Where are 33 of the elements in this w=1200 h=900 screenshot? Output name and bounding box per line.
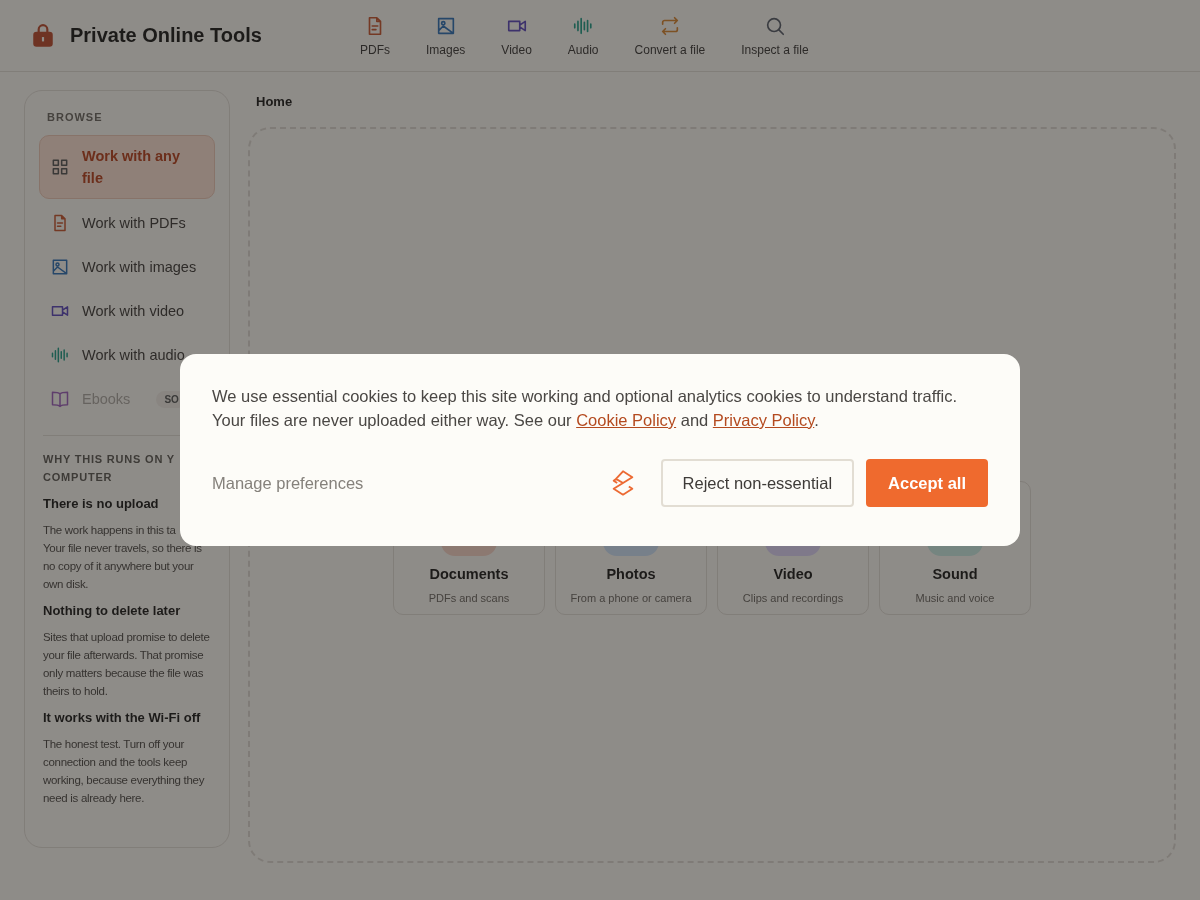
nav-link[interactable]: Inspect a file <box>741 14 809 57</box>
policy-link[interactable]: Privacy Policy <box>712 411 815 429</box>
sidebar-item[interactable]: Work with video <box>39 291 215 331</box>
card-subtitle: Music and voice <box>915 592 995 604</box>
card-subtitle: From a phone or camera <box>570 592 692 604</box>
card-title: Documents <box>429 566 509 582</box>
nav-link[interactable]: PDFs <box>360 14 390 57</box>
card-title: Video <box>773 566 813 582</box>
point-text: The honest test. Turn off your connection and the tools keep working, because everything they need is already here. <box>43 737 206 806</box>
nav-link[interactable]: Images <box>426 14 466 57</box>
section-heading: COMPUTER <box>42 470 114 485</box>
card-subtitle: Clips and recordings <box>742 592 844 604</box>
reject-button[interactable]: Reject non-essential <box>660 459 855 507</box>
sidebar-item[interactable]: Work with images <box>39 247 215 287</box>
nav-link[interactable]: Audio <box>567 14 599 57</box>
point-title: Nothing to delete later <box>43 603 182 618</box>
card-title: Sound <box>932 566 978 582</box>
site-title: Private Online Tools <box>70 24 262 47</box>
section-heading: BROWSE <box>46 110 104 125</box>
accept-button[interactable]: Accept all <box>866 459 988 507</box>
point-title: There is no upload <box>43 496 160 511</box>
breadcrumb: Home <box>256 94 294 109</box>
policy-link[interactable]: Cookie Policy <box>576 411 677 429</box>
point-text: Sites that upload promise to delete your file afterwards. That promise only matters because the file was theirs to hold. <box>43 630 211 699</box>
nav-link[interactable]: Video <box>501 14 532 57</box>
card-title: Photos <box>606 566 656 582</box>
nav-link[interactable]: Convert a file <box>634 14 706 57</box>
card-subtitle: PDFs and scans <box>428 592 510 604</box>
sidebar-item[interactable]: Work with any file <box>39 135 215 199</box>
sidebar-item[interactable]: Work with PDFs <box>39 203 215 243</box>
section-heading: WHY THIS RUNS ON Y <box>42 452 176 467</box>
point-text: The work happens in this ta <box>43 523 177 538</box>
point-title: It works with the Wi-Fi off <box>43 710 202 725</box>
